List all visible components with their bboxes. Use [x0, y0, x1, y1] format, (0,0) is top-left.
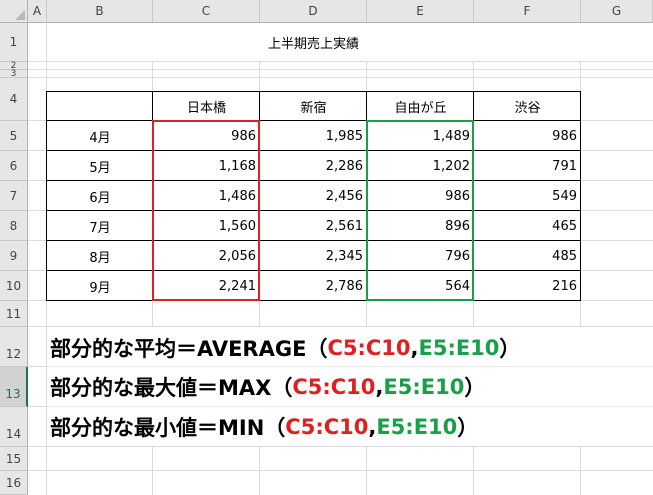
row-header-9[interactable]: 9: [0, 241, 28, 271]
range-separator: ,: [368, 415, 377, 439]
gridline: [28, 406, 47, 407]
column-header-a[interactable]: A: [28, 0, 47, 23]
formula-label: 部分的な最大値＝MAX（: [50, 376, 293, 400]
row-header-1[interactable]: 1: [0, 23, 28, 62]
gridline: [28, 366, 47, 367]
table-cell[interactable]: 465: [474, 211, 581, 241]
table-border: [46, 91, 581, 92]
range-c5-c10: C5:C10: [285, 415, 369, 439]
gridline: [28, 77, 653, 78]
sheet-title[interactable]: 上半期売上実績: [260, 30, 367, 54]
row-header-13[interactable]: 13: [0, 367, 28, 407]
table-header-shibuya[interactable]: 渋谷: [474, 91, 581, 121]
table-border: [46, 300, 581, 301]
table-cell[interactable]: 2,561: [260, 211, 367, 241]
column-header-e[interactable]: E: [367, 0, 474, 23]
formula-max[interactable]: 部分的な最大値＝MAX（ C5:C10, E5:E10）: [50, 369, 485, 405]
table-border: [46, 270, 581, 271]
row-header-16[interactable]: 16: [0, 471, 28, 495]
gridline: [47, 366, 653, 367]
formula-average[interactable]: 部分的な平均＝AVERAGE（ C5:C10, E5:E10）: [50, 330, 520, 366]
table-cell[interactable]: 216: [474, 271, 581, 301]
column-header-f[interactable]: F: [474, 0, 581, 23]
table-border: [46, 180, 581, 181]
row-header-7[interactable]: 7: [0, 181, 28, 211]
table-border: [46, 150, 581, 151]
select-all-triangle-icon: [15, 10, 25, 20]
table-border: [46, 240, 581, 241]
month-label[interactable]: 7月: [47, 211, 153, 241]
table-border: [580, 91, 581, 301]
range-e5-e10: E5:E10: [383, 375, 465, 399]
row-header-10[interactable]: 10: [0, 271, 28, 301]
gridline: [28, 470, 653, 471]
row-header-5[interactable]: 5: [0, 121, 28, 151]
table-border: [46, 120, 581, 121]
table-cell[interactable]: 2,456: [260, 181, 367, 211]
range-highlight-c5-c10: [152, 120, 260, 301]
month-label[interactable]: 9月: [47, 271, 153, 301]
table-cell[interactable]: 986: [474, 121, 581, 151]
table-cell[interactable]: 549: [474, 181, 581, 211]
month-label[interactable]: 5月: [47, 151, 153, 181]
row-header-8[interactable]: 8: [0, 211, 28, 241]
month-label[interactable]: 8月: [47, 241, 153, 271]
formula-label: 部分的な平均＝AVERAGE（: [50, 337, 328, 361]
table-cell[interactable]: 2,786: [260, 271, 367, 301]
spreadsheet[interactable]: A B C D E F G 1 2 3 4 5 6 7 8 9 10 11 12…: [0, 0, 653, 495]
range-highlight-e5-e10: [366, 120, 474, 301]
month-label[interactable]: 4月: [47, 121, 153, 151]
select-all-corner[interactable]: [0, 0, 28, 23]
table-cell[interactable]: 485: [474, 241, 581, 271]
row-header-6[interactable]: 6: [0, 151, 28, 181]
table-cell[interactable]: 2,345: [260, 241, 367, 271]
table-header-nihonbashi[interactable]: 日本橋: [153, 91, 260, 121]
table-cell[interactable]: 2,286: [260, 151, 367, 181]
range-separator: ,: [375, 375, 384, 399]
range-e5-e10: E5:E10: [418, 336, 500, 360]
row-header-12[interactable]: 12: [0, 327, 28, 367]
row-header-3[interactable]: 3: [0, 69, 28, 79]
gridline: [28, 446, 653, 447]
table-header-blank[interactable]: [47, 91, 153, 121]
row-header-14[interactable]: 14: [0, 407, 28, 447]
range-c5-c10: C5:C10: [292, 375, 376, 399]
gridline: [28, 61, 653, 62]
range-e5-e10: E5:E10: [376, 415, 458, 439]
range-separator: ,: [410, 336, 419, 360]
row-header-11[interactable]: 11: [0, 301, 28, 327]
formula-close: ）: [464, 376, 486, 400]
table-header-jiyugaoka[interactable]: 自由が丘: [367, 91, 474, 121]
gridline: [47, 406, 653, 407]
table-border: [46, 91, 47, 301]
gridline: [28, 69, 653, 70]
row-header-4[interactable]: 4: [0, 78, 28, 121]
formula-close: ）: [457, 416, 479, 440]
formula-close: ）: [499, 337, 521, 361]
range-c5-c10: C5:C10: [327, 336, 411, 360]
month-label[interactable]: 6月: [47, 181, 153, 211]
column-header-c[interactable]: C: [153, 0, 260, 23]
column-header-b[interactable]: B: [47, 0, 153, 23]
formula-label: 部分的な最小値＝MIN（: [50, 416, 286, 440]
table-header-shinjuku[interactable]: 新宿: [260, 91, 367, 121]
formula-min[interactable]: 部分的な最小値＝MIN（ C5:C10, E5:E10）: [50, 409, 478, 445]
table-border: [46, 210, 581, 211]
row-header-15[interactable]: 15: [0, 447, 28, 471]
column-header-g[interactable]: G: [581, 0, 653, 23]
table-cell[interactable]: 791: [474, 151, 581, 181]
column-header-d[interactable]: D: [260, 0, 367, 23]
table-cell[interactable]: 1,985: [260, 121, 367, 151]
